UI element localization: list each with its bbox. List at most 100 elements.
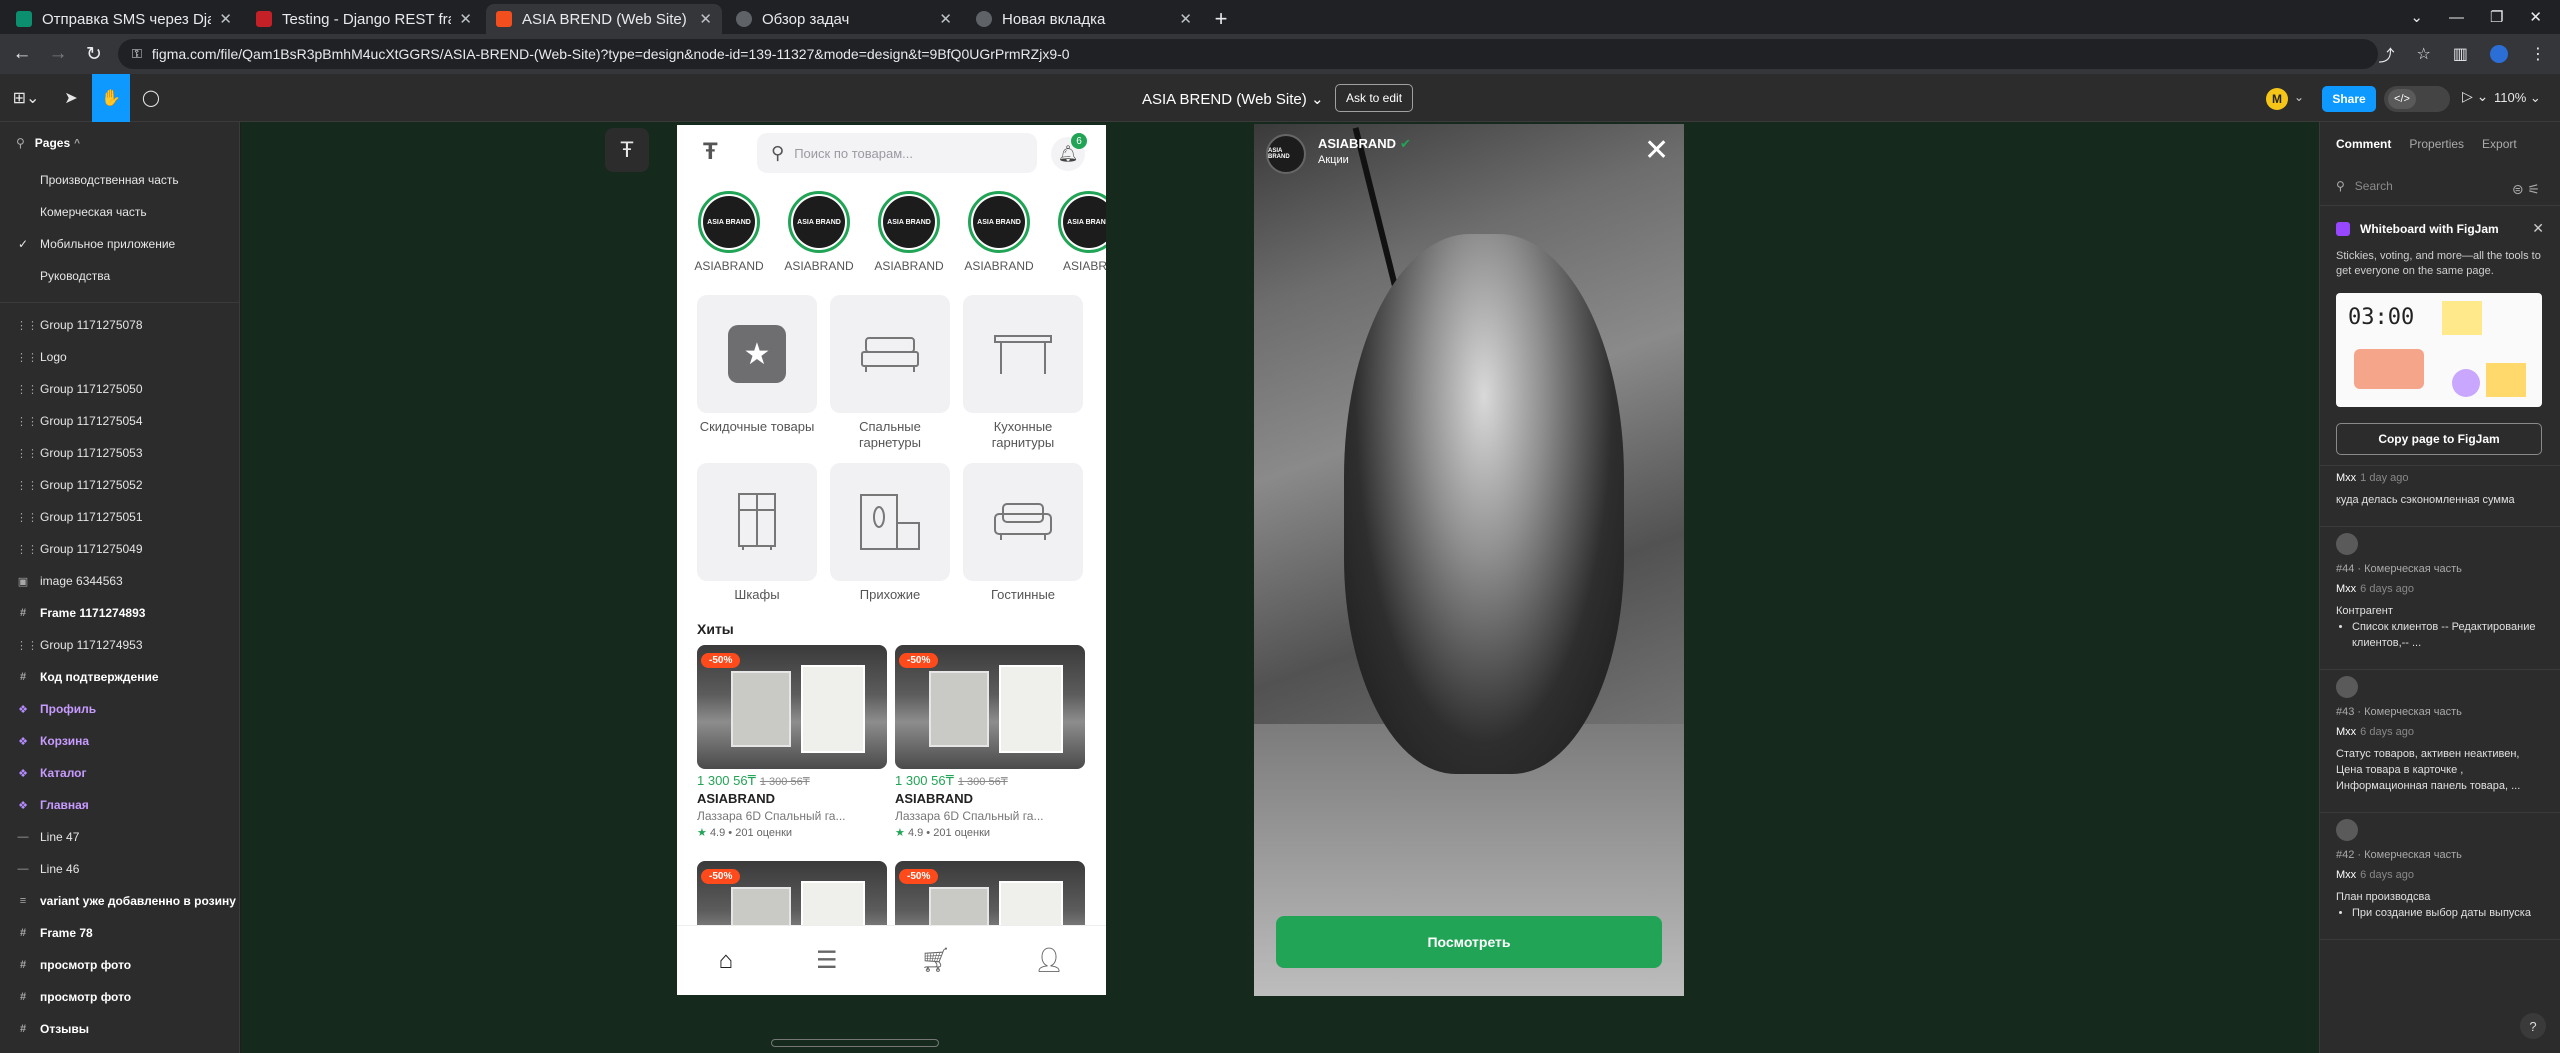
comment-thread[interactable]: #43 · Комерческая часть Mxx 6 days ago Стат… — [2320, 670, 2560, 813]
story-item[interactable]: ASIA BRAND ASIABRAND — [964, 191, 1034, 273]
cart-icon[interactable]: 🛒︎ — [921, 946, 951, 975]
zoom-level[interactable]: 110% ⌄ — [2494, 90, 2541, 106]
catalog-search-icon[interactable]: ☰ — [816, 946, 838, 975]
layer-item[interactable]: — Line 47 — [0, 821, 239, 853]
brand-logo-frame-icon[interactable]: Ŧ — [605, 128, 649, 172]
site-info-icon[interactable]: ⚿ — [132, 46, 142, 62]
layer-item[interactable]: # Код подтверждение — [0, 661, 239, 693]
layer-item[interactable]: ⋮⋮ Group 1171275052 — [0, 469, 239, 501]
present-play-icon[interactable]: ▷ ⌄ — [2462, 88, 2488, 105]
page-item[interactable]: Комерческая часть — [0, 196, 239, 228]
layer-item[interactable]: ⋮⋮ Group 1171275078 — [0, 309, 239, 341]
story-item[interactable]: ASIA BRAND ASIABRA — [1057, 191, 1106, 273]
forward-arrow-icon[interactable]: → — [40, 43, 76, 65]
comment-tool-icon[interactable]: ◯ — [136, 82, 166, 114]
share-button[interactable]: Share — [2322, 86, 2376, 112]
chevron-down-icon[interactable]: ⌄ — [2294, 90, 2304, 104]
comment-thread[interactable]: #44 · Комерческая часть Mxx 6 days ago Конт… — [2320, 527, 2560, 670]
page-item[interactable]: Руководства — [0, 260, 239, 292]
story-item[interactable]: ASIA BRAND ASIABRAND — [874, 191, 944, 273]
browser-tab[interactable]: Обзор задач ✕ — [726, 4, 962, 34]
comment-thread[interactable]: #42 · Комерческая часть Mxx 6 days ago План… — [2320, 813, 2560, 940]
layer-item[interactable]: ❖ Главная — [0, 789, 239, 821]
layer-item[interactable]: ⋮⋮ Logo — [0, 341, 239, 373]
category-tile[interactable]: Спальные гарнетуры — [830, 295, 950, 451]
product-card[interactable]: -50% 1 300 56₸ 1 300 56₸ ASIABRAND Лаззар… — [895, 645, 1085, 839]
layer-item[interactable]: — Line 46 — [0, 853, 239, 885]
category-tile[interactable]: Кухонные гарнитуры — [963, 295, 1083, 451]
layer-item[interactable]: ❖ Профиль — [0, 693, 239, 725]
layer-item[interactable]: # Frame 1171274893 — [0, 597, 239, 629]
layer-item[interactable]: ❖ Корзина — [0, 725, 239, 757]
layer-item[interactable]: ⋮⋮ Group 1171274953 — [0, 629, 239, 661]
layer-item[interactable]: ⋮⋮ Group 1171275051 — [0, 501, 239, 533]
user-avatar[interactable]: M — [2266, 88, 2288, 110]
layer-item[interactable]: ⋮⋮ Group 1171275050 — [0, 373, 239, 405]
close-tab-icon[interactable]: ✕ — [699, 10, 712, 28]
home-icon[interactable]: ⌂ — [719, 947, 734, 975]
browser-tab-active[interactable]: ASIA BREND (Web Site) – ✕ — [486, 4, 722, 34]
copy-to-figjam-button[interactable]: Copy page to FigJam — [2336, 423, 2542, 455]
category-tile[interactable]: Шкафы — [697, 463, 817, 603]
move-tool-icon[interactable]: ➤ — [56, 82, 86, 114]
figma-main-menu-icon[interactable]: ⊞⌄ — [8, 82, 44, 114]
comment-thread[interactable]: Mxx 1 day ago куда делась сэкономленная су… — [2320, 466, 2560, 527]
page-item-current[interactable]: ✓ Мобильное приложение — [0, 228, 239, 260]
close-tab-icon[interactable]: ✕ — [219, 10, 232, 28]
layer-item[interactable]: ▣ image 6344563 — [0, 565, 239, 597]
layer-item[interactable]: # просмотр фото — [0, 981, 239, 1013]
tab-search-chevron-icon[interactable]: ⌄ — [2410, 8, 2423, 26]
profile-icon[interactable]: 👤︎ — [1034, 946, 1064, 975]
mobile-home-frame[interactable]: Ŧ ⚲ Поиск по товарам... 🔔︎ 6 ASIA BRAND A… — [677, 125, 1106, 995]
close-window-icon[interactable]: ✕ — [2529, 8, 2542, 26]
help-icon[interactable]: ? — [2520, 1013, 2546, 1039]
story-item[interactable]: ASIA BRAND ASIABRAND — [784, 191, 854, 273]
bookmark-star-icon[interactable]: ☆ — [2417, 44, 2431, 64]
maximize-window-icon[interactable]: ❐ — [2490, 8, 2503, 26]
search-icon[interactable]: ⚲ — [16, 136, 25, 150]
close-tab-icon[interactable]: ✕ — [939, 10, 952, 28]
layer-item[interactable]: ❖ Каталог — [0, 757, 239, 789]
tab-comment[interactable]: Comment — [2336, 137, 2391, 151]
reload-icon[interactable]: ↻ — [76, 43, 112, 66]
view-button[interactable]: Посмотреть — [1276, 916, 1662, 968]
category-tile[interactable]: ★ Скидочные товары — [697, 295, 817, 435]
file-title[interactable]: ASIA BREND (Web Site) ⌄ — [1142, 90, 1324, 108]
layer-item[interactable]: ≡ variant уже добавленно в розину — [0, 885, 239, 917]
tab-properties[interactable]: Properties — [2409, 137, 2464, 151]
page-item[interactable]: Производственная часть — [0, 164, 239, 196]
close-tab-icon[interactable]: ✕ — [1179, 10, 1192, 28]
category-tile[interactable]: Гостинные — [963, 463, 1083, 603]
close-icon[interactable]: ✕ — [2532, 220, 2544, 237]
side-panel-icon[interactable]: ▥ — [2453, 44, 2468, 64]
design-canvas[interactable]: Ŧ Ŧ ⚲ Поиск по товарам... 🔔︎ 6 ASIA BRAN… — [241, 122, 2319, 1053]
hand-tool-icon[interactable]: ✋ — [92, 74, 130, 122]
tab-export[interactable]: Export — [2482, 137, 2517, 151]
layer-item[interactable]: ⋮⋮ Group 1171275049 — [0, 533, 239, 565]
close-icon[interactable]: ✕ — [1644, 136, 1669, 166]
profile-avatar-icon[interactable] — [2490, 45, 2508, 63]
browser-tab[interactable]: Testing - Django REST fra ✕ — [246, 4, 482, 34]
dev-mode-toggle[interactable]: </> — [2384, 86, 2450, 112]
layer-item[interactable]: # Отзывы — [0, 1013, 239, 1045]
browser-tab[interactable]: Новая вкладка ✕ — [966, 4, 1202, 34]
pages-header[interactable]: ⚲ Pages ^ — [0, 122, 239, 164]
minimize-window-icon[interactable]: — — [2449, 9, 2464, 26]
layer-item[interactable]: ⋮⋮ Group 1171275053 — [0, 437, 239, 469]
share-icon[interactable]: ⤴ — [2379, 42, 2395, 66]
search-input[interactable]: ⚲ Поиск по товарам... — [757, 133, 1037, 173]
new-tab-button[interactable]: + — [1206, 4, 1236, 34]
layer-item[interactable]: ⋮⋮ Group 1171275054 — [0, 405, 239, 437]
browser-tab[interactable]: Отправка SMS через Dja ✕ — [6, 4, 242, 34]
filter-icon[interactable]: ⊜ ⚟ — [2512, 181, 2540, 198]
story-item[interactable]: ASIA BRAND ASIABRAND — [694, 191, 764, 273]
close-tab-icon[interactable]: ✕ — [459, 10, 472, 28]
notifications-button[interactable]: 🔔︎ 6 — [1051, 133, 1087, 171]
category-tile[interactable]: Прихожие — [830, 463, 950, 603]
comment-search-input[interactable]: ⚲ Search ⊜ ⚟ — [2320, 166, 2560, 206]
address-bar[interactable]: ⚿ figma.com/file/Qam1BsR3pBmhM4ucXtGGRS/… — [118, 39, 2378, 69]
browser-menu-icon[interactable]: ⋮ — [2530, 44, 2546, 64]
layer-item[interactable]: # Frame 78 — [0, 917, 239, 949]
layer-item[interactable]: # просмотр фото — [0, 949, 239, 981]
product-card[interactable]: -50% 1 300 56₸ 1 300 56₸ ASIABRAND Лаззар… — [697, 645, 887, 839]
